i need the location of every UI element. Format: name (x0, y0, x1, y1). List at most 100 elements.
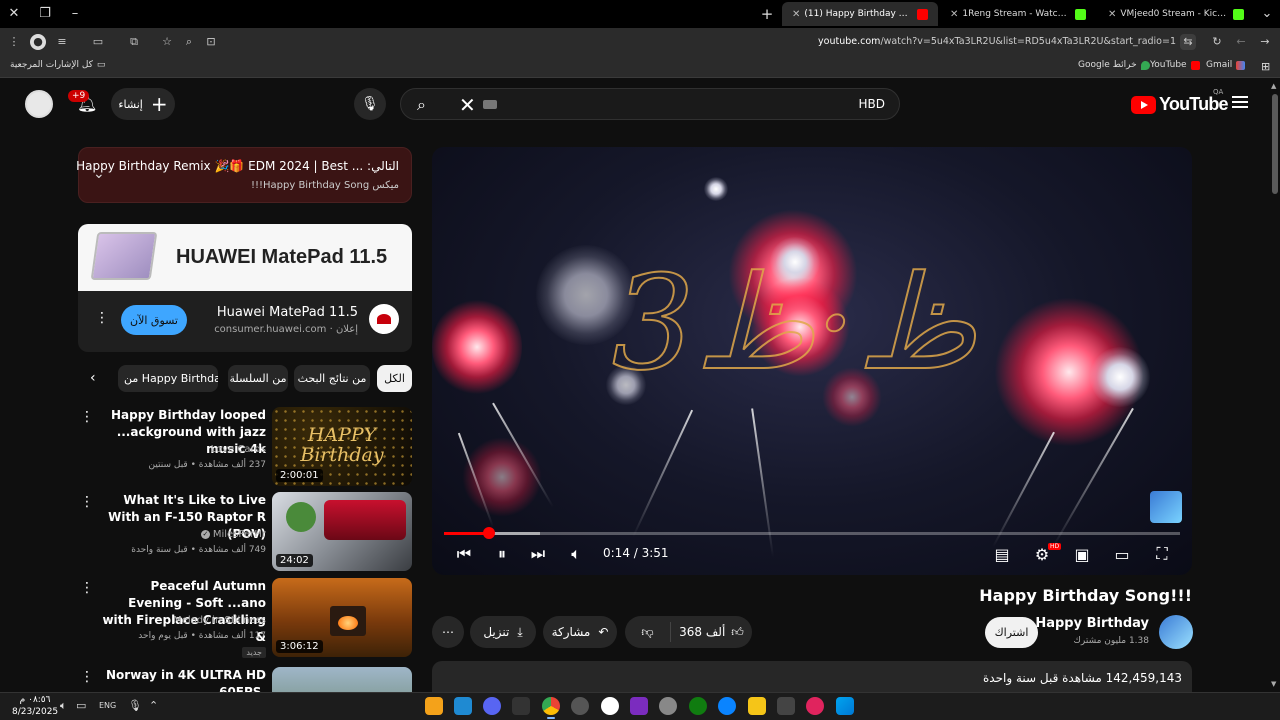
account-avatar[interactable] (25, 90, 53, 118)
app-icon-14[interactable] (806, 697, 824, 715)
tab-kick-stream[interactable]: ✕ 1Reng Stream - Watch Live on Kick (940, 2, 1096, 26)
search-box[interactable]: ⌕ ✕ HBD (400, 88, 900, 120)
video-thumbnail[interactable]: 3:06:12 (272, 578, 412, 657)
related-video[interactable]: Norway in 4K ULTRA HD 60FPS, ⋮ (78, 667, 412, 692)
minimize-window-icon[interactable]: – (66, 5, 84, 23)
app-icon-1[interactable] (425, 697, 443, 715)
channel-name[interactable]: Melody in Stillness (173, 615, 266, 626)
chevron-left-icon[interactable]: ‹ (90, 370, 96, 386)
media-controls-icon[interactable]: ≡ (54, 34, 70, 50)
theater-mode-icon[interactable]: ▭ (1110, 542, 1134, 566)
pause-icon[interactable]: ⏸ (492, 542, 512, 566)
install-app-icon[interactable]: ⊡ (203, 34, 219, 50)
forward-icon[interactable]: ← (1233, 34, 1249, 50)
bookmark-youtube[interactable]: YouTube (1150, 60, 1200, 70)
search-icon[interactable]: ⌕ (417, 95, 426, 115)
profile-icon[interactable]: ● (30, 34, 46, 50)
channel-watermark-icon[interactable] (1150, 491, 1182, 523)
fullscreen-icon[interactable]: ⛶ (1150, 542, 1174, 566)
restore-window-icon[interactable]: ❐ (36, 5, 54, 23)
page-scrollbar[interactable]: ▲ ▼ (1270, 80, 1280, 692)
back-icon[interactable]: → (1257, 34, 1273, 50)
up-next-card[interactable]: ⌄ التالي: ... Happy Birthday Remix 🎉🎁 ED… (76, 147, 412, 203)
scroll-up-icon[interactable]: ▲ (1271, 82, 1276, 90)
close-tab-icon[interactable]: ✕ (950, 9, 958, 20)
network-icon[interactable]: ▭ (76, 699, 86, 712)
previous-icon[interactable]: ⏮ (454, 542, 474, 566)
discord-icon[interactable] (483, 697, 501, 715)
microphone-icon[interactable]: 🎙︎ (128, 699, 142, 712)
more-actions-button[interactable]: ⋯ (432, 616, 464, 648)
like-button[interactable]: 368 ألف 👍︎ (671, 625, 752, 640)
show-hidden-icons-icon[interactable]: ⌃ (149, 699, 158, 712)
windows-start-icon[interactable] (836, 697, 854, 715)
more-options-icon[interactable]: ⋮ (95, 310, 109, 326)
bookmark-star-icon[interactable]: ☆ (159, 34, 175, 50)
ad-card[interactable]: HUAWEI MatePad 11.5 Huawei MatePad 11.5 … (78, 224, 412, 352)
tab-youtube[interactable]: ✕ (11) Happy Birthday Song!!! (782, 2, 938, 26)
voice-search-mic-icon[interactable]: 🎙︎ (354, 88, 386, 120)
new-tab-icon[interactable]: + (758, 5, 776, 23)
chrome-icon[interactable] (542, 697, 560, 719)
all-bookmarks[interactable]: كل الإشارات المرجعية ▭ (10, 60, 105, 70)
chip-from-search[interactable]: من نتائج البحث (294, 365, 370, 392)
channel-name[interactable]: ✓ MilesPerHr (200, 529, 266, 540)
clock[interactable]: ٠٨:٥٦ م 8/23/2025 (12, 694, 58, 718)
next-icon[interactable]: ⏭ (528, 542, 548, 566)
bookmark-google-maps[interactable]: Google خرائط (1078, 60, 1150, 70)
huawei-logo-icon[interactable] (369, 304, 399, 334)
apps-grid-icon[interactable]: ⊞ (1261, 60, 1270, 73)
chip-from-series[interactable]: من السلسلة (228, 365, 288, 392)
scroll-down-icon[interactable]: ▼ (1271, 680, 1276, 688)
app-icon-2[interactable] (454, 697, 472, 715)
site-settings-icon[interactable]: ⇆ (1180, 34, 1196, 50)
video-player[interactable]: 3ظ·ظ ⏮ ⏸ ⏭ 🔈︎ 0:14 / 3:51 ▤ ⚙ HD ▣ ▭ ⛶ (432, 147, 1192, 575)
related-video[interactable]: HAPPY Birthday 2:00:01 Happy Birthday lo… (78, 407, 412, 487)
more-options-icon[interactable]: ⋮ (80, 580, 94, 596)
dislike-button[interactable]: 👎︎ (625, 622, 671, 642)
video-thumbnail[interactable]: HAPPY Birthday 2:00:01 (272, 407, 412, 486)
subscribe-button[interactable]: اشتراك (985, 617, 1038, 648)
app-icon-11[interactable] (718, 697, 736, 715)
video-title[interactable]: Norway in 4K ULTRA HD 60FPS, (96, 667, 266, 692)
guide-menu-icon[interactable] (1232, 96, 1248, 108)
create-button[interactable]: إنشاء + (111, 88, 175, 120)
channel-name-main[interactable]: Happy Birthday (1035, 616, 1149, 631)
app-icon-8[interactable] (630, 697, 648, 715)
menu-dots-icon[interactable]: ⋮ (6, 34, 22, 50)
chip-all[interactable]: الكل (377, 365, 412, 392)
address-bar[interactable]: youtube.com/watch?v=5u4xTa3LR2U&list=RD5… (620, 33, 1176, 51)
obs-icon[interactable] (601, 697, 619, 715)
zoom-icon[interactable]: ⌕ (181, 34, 197, 50)
close-window-icon[interactable]: ✕ (5, 5, 23, 23)
settings-gear-icon[interactable] (659, 697, 677, 715)
progress-bar[interactable] (444, 527, 1180, 539)
search-input[interactable]: HBD (859, 97, 886, 111)
close-tab-icon[interactable]: ✕ (1108, 9, 1116, 20)
reload-icon[interactable]: ↻ (1209, 34, 1225, 50)
download-button[interactable]: تنزيل ⤓ (470, 616, 536, 648)
chip-from-happy-birthday[interactable]: من Happy Birthday (118, 365, 218, 392)
related-video[interactable]: 24:02 What It's Like to Live With an F-1… (78, 492, 412, 572)
shop-now-button[interactable]: تسوق الآن (121, 305, 187, 335)
more-options-icon[interactable]: ⋮ (80, 494, 94, 510)
clear-search-icon[interactable]: ✕ (459, 93, 476, 117)
app-icon-4[interactable] (512, 697, 530, 715)
language-indicator[interactable]: ENG (99, 701, 116, 710)
ad-title[interactable]: Huawei MatePad 11.5 (217, 305, 358, 320)
subtitles-icon[interactable]: ▤ (990, 542, 1014, 566)
miniplayer-icon[interactable]: ▣ (1070, 542, 1094, 566)
extensions-icon[interactable]: ⧉ (126, 34, 142, 50)
youtube-logo[interactable]: YouTube QA (1131, 88, 1229, 115)
volume-icon[interactable]: 🔈︎ (566, 542, 586, 566)
more-options-icon[interactable]: ⋮ (80, 669, 94, 685)
app-icon-13[interactable] (777, 697, 795, 715)
more-options-icon[interactable]: ⋮ (80, 409, 94, 425)
tab-kick-dashboard[interactable]: ✕ VMjeed0 Stream - Kick Dashboard (1098, 2, 1254, 26)
related-video[interactable]: 3:06:12 Peaceful Autumn Evening - Soft .… (78, 578, 412, 658)
cast-icon[interactable]: ▭ (90, 34, 106, 50)
file-explorer-icon[interactable] (748, 697, 766, 715)
video-thumbnail[interactable]: 24:02 (272, 492, 412, 571)
channel-avatar[interactable] (1159, 615, 1193, 649)
keyboard-icon[interactable] (483, 100, 497, 109)
